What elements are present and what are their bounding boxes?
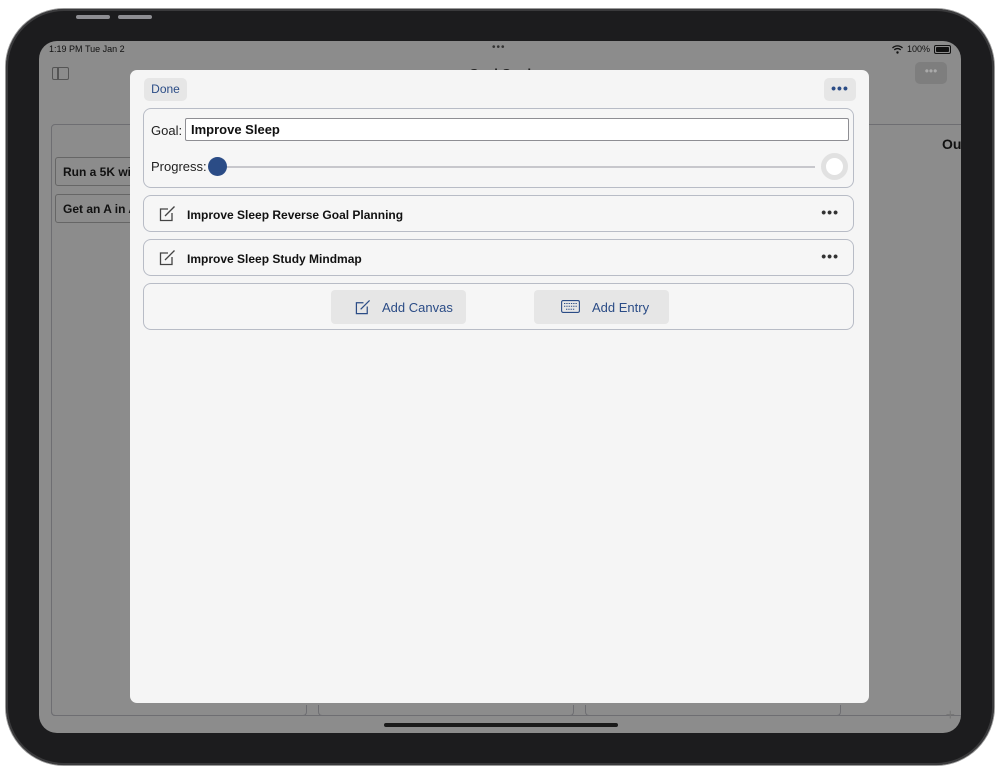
add-entry-label: Add Entry <box>592 300 650 315</box>
board-column <box>318 705 574 716</box>
screen: 1:19 PM Tue Jan 2 ••• 100% Goal Cards ••… <box>39 41 961 733</box>
progress-slider-track[interactable] <box>210 166 815 168</box>
progress-label: Progress: <box>151 159 207 174</box>
sidebar-toggle-icon[interactable] <box>52 67 69 80</box>
status-date: Tue Jan 2 <box>85 44 125 54</box>
canvas-edit-icon <box>159 206 175 222</box>
battery-percent: 100% <box>906 44 930 54</box>
wifi-icon <box>892 44 903 54</box>
canvas-row-title: Improve Sleep Study Mindmap <box>187 252 362 266</box>
goal-label: Goal: <box>151 123 183 138</box>
canvas-edit-icon <box>355 299 371 315</box>
multitasking-dots-icon[interactable]: ••• <box>492 42 506 53</box>
add-canvas-label: Add Canvas <box>382 300 453 315</box>
top-button <box>76 15 110 19</box>
add-icon[interactable]: + <box>946 707 955 725</box>
column-heading: Out <box>942 136 961 152</box>
actions-panel: Add Canvas Add Entry <box>143 283 854 330</box>
goal-panel: Goal: Improve Sleep Progress: <box>143 108 854 188</box>
canvas-row[interactable]: Improve Sleep Reverse Goal Planning ••• <box>143 195 854 232</box>
board-column <box>585 705 841 716</box>
progress-ring-icon <box>821 153 848 180</box>
row-more-icon[interactable]: ••• <box>821 204 839 220</box>
row-more-icon[interactable]: ••• <box>821 248 839 264</box>
done-button[interactable]: Done <box>144 78 187 101</box>
status-bar: 1:19 PM Tue Jan 2 ••• 100% <box>39 41 961 57</box>
canvas-edit-icon <box>159 250 175 266</box>
battery-icon <box>934 44 951 54</box>
canvas-row-title: Improve Sleep Reverse Goal Planning <box>187 208 404 222</box>
status-time: 1:19 PM <box>49 44 83 54</box>
progress-slider-thumb[interactable] <box>208 157 227 176</box>
add-canvas-button[interactable]: Add Canvas <box>331 290 466 324</box>
top-button <box>118 15 152 19</box>
goal-input[interactable]: Improve Sleep <box>185 118 849 141</box>
home-indicator[interactable] <box>384 723 618 727</box>
add-entry-button[interactable]: Add Entry <box>534 290 669 324</box>
board-column <box>51 705 307 716</box>
more-options-button[interactable]: ••• <box>824 78 856 101</box>
keyboard-icon <box>561 300 580 313</box>
background-more-icon[interactable]: ••• <box>915 62 947 84</box>
status-right: 100% <box>892 44 951 54</box>
canvas-row[interactable]: Improve Sleep Study Mindmap ••• <box>143 239 854 276</box>
goal-detail-sheet: Done ••• Goal: Improve Sleep Progress: I… <box>130 70 869 703</box>
